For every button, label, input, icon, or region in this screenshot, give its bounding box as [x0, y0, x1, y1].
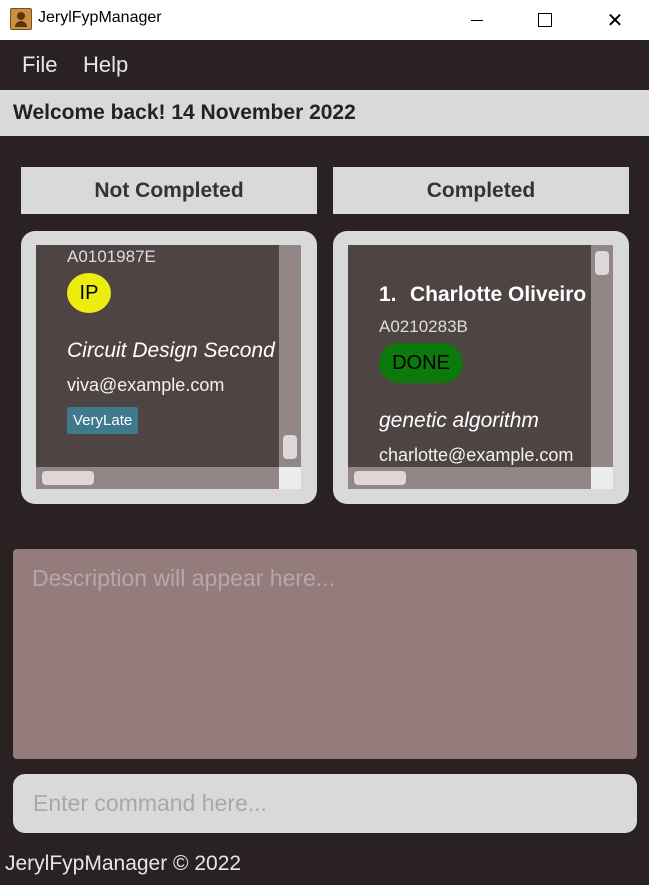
footer-text: JerylFypManager © 2022 [5, 852, 242, 875]
menu-bar: File Help [0, 40, 649, 90]
scroll-thumb[interactable] [595, 251, 609, 275]
description-box[interactable]: Description will appear here... [13, 549, 637, 759]
completed-header: Completed [333, 167, 629, 214]
scroll-corner [279, 467, 301, 489]
welcome-text: Welcome back! 14 November 2022 [13, 101, 356, 124]
student-email: charlotte@example.com [379, 445, 574, 465]
student-email: viva@example.com [67, 375, 225, 395]
not-completed-list[interactable]: A0101987E IP Circuit Design Second viva@… [36, 245, 301, 489]
maximize-button[interactable] [522, 0, 568, 40]
horizontal-scrollbar[interactable] [36, 467, 279, 489]
scroll-thumb[interactable] [354, 471, 406, 485]
menu-help[interactable]: Help [83, 52, 128, 78]
welcome-banner: Welcome back! 14 November 2022 [0, 90, 649, 136]
project-name: genetic algorithm [379, 409, 539, 432]
not-completed-panel: A0101987E IP Circuit Design Second viva@… [21, 231, 317, 504]
scroll-corner [591, 467, 613, 489]
completed-list[interactable]: 1. Charlotte Oliveiro A0210283B DONE gen… [348, 245, 613, 489]
maximize-icon [538, 13, 552, 27]
status-badge: IP [67, 273, 111, 313]
minimize-button[interactable] [454, 0, 500, 40]
window-title: JerylFypManager [38, 9, 162, 26]
vertical-scrollbar[interactable] [591, 245, 613, 489]
minimize-icon [471, 19, 483, 21]
not-completed-header: Not Completed [21, 167, 317, 214]
scroll-thumb[interactable] [283, 435, 297, 459]
vertical-scrollbar[interactable] [279, 245, 301, 489]
app-icon [10, 8, 32, 30]
student-id: A0101987E [67, 247, 156, 266]
close-icon: ✕ [606, 8, 624, 32]
project-name: Circuit Design Second [67, 339, 275, 362]
student-name: Charlotte Oliveiro [410, 283, 587, 306]
scroll-thumb[interactable] [42, 471, 94, 485]
command-input[interactable] [13, 774, 637, 833]
list-index: 1. [379, 283, 397, 306]
description-placeholder: Description will appear here... [32, 565, 335, 591]
horizontal-scrollbar[interactable] [348, 467, 591, 489]
close-button[interactable]: ✕ [592, 0, 638, 40]
status-badge: DONE [379, 343, 463, 383]
title-bar: JerylFypManager ✕ [0, 0, 649, 40]
student-id: A0210283B [379, 317, 468, 336]
menu-file[interactable]: File [22, 52, 57, 78]
completed-panel: 1. Charlotte Oliveiro A0210283B DONE gen… [333, 231, 629, 504]
tag-badge: VeryLate [67, 407, 139, 434]
